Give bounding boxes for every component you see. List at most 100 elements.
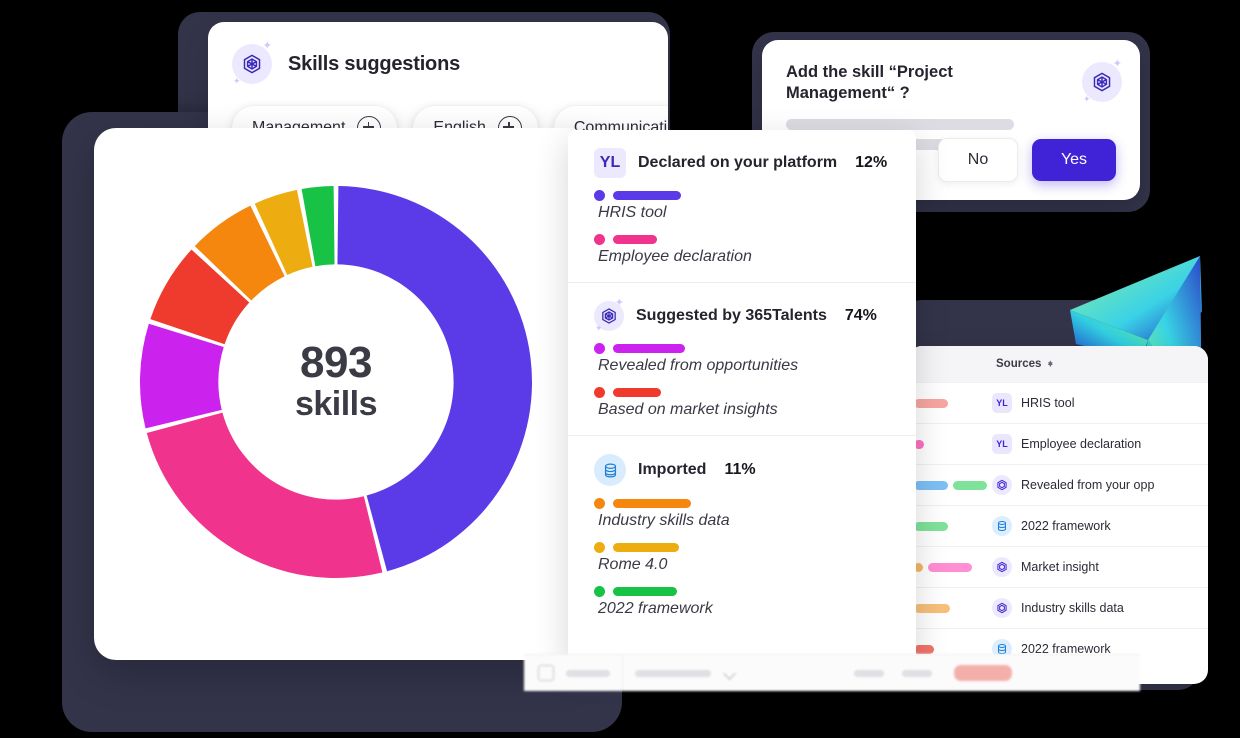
- row-label: Market insight: [1021, 560, 1099, 574]
- bottom-toolbar: [524, 654, 1140, 691]
- table-row[interactable]: 2022 framework: [908, 505, 1208, 546]
- 365talents-gem-icon: [992, 598, 1012, 618]
- 365talents-gem-icon: ✦ ✦: [1082, 58, 1122, 104]
- legend-item-label: Industry skills data: [598, 512, 730, 529]
- legend-section-title: Imported: [638, 461, 707, 478]
- legend-bar: [613, 499, 691, 508]
- legend-bar: [613, 344, 685, 353]
- toolbar-placeholder: [854, 669, 884, 677]
- database-icon: [594, 454, 626, 486]
- legend-item[interactable]: Based on market insights: [594, 387, 916, 419]
- row-bars: [914, 480, 992, 490]
- legend-section-title: Declared on your platform: [638, 154, 838, 171]
- row-bars: [914, 521, 992, 531]
- row-bar: [928, 562, 972, 572]
- checkbox-icon[interactable]: [538, 665, 554, 681]
- legend-dot-icon: [594, 498, 605, 509]
- legend-dot-icon: [594, 190, 605, 201]
- legend-section-header: ✦ ✦ Suggested by 365Talents 74%: [594, 297, 916, 333]
- legend-bar: [613, 191, 681, 200]
- toolbar-placeholder: [635, 669, 711, 677]
- legend-section: YL Declared on your platform 12% HRIS to…: [568, 130, 916, 282]
- row-bar: [914, 644, 934, 654]
- row-label: Industry skills data: [1021, 601, 1124, 615]
- sort-updown-icon[interactable]: ▲ ▼: [1046, 359, 1054, 369]
- dialog-placeholder-line: [786, 119, 1014, 131]
- legend-item[interactable]: Employee declaration: [594, 234, 916, 266]
- table-body: YL HRIS tool YL Employee declaration Revea…: [908, 382, 1208, 669]
- yl-badge: YL: [992, 393, 1012, 413]
- row-bars: [914, 439, 992, 449]
- yl-badge: YL: [992, 434, 1012, 454]
- chart-legend-panel: YL Declared on your platform 12% HRIS to…: [568, 130, 916, 662]
- legend-bar: [613, 543, 679, 552]
- sources-table-card: Sources ▲ ▼ YL HRIS tool YL Employee declar…: [908, 346, 1208, 684]
- row-label: 2022 framework: [1021, 519, 1111, 533]
- legend-item-label: 2022 framework: [598, 600, 713, 617]
- database-icon: [992, 516, 1012, 536]
- legend-sections: YL Declared on your platform 12% HRIS to…: [568, 130, 916, 634]
- 365talents-gem-icon: ✦ ✦: [594, 297, 624, 333]
- suggestions-header: ✦ ✦ Skills suggestions: [208, 22, 668, 86]
- legend-item[interactable]: Revealed from opportunities: [594, 343, 916, 375]
- dialog-yes-button[interactable]: Yes: [1032, 139, 1116, 181]
- legend-section: Imported 11% Industry skills data Rome 4…: [568, 435, 916, 634]
- dialog-title: Add the skill “Project Management“ ?: [786, 63, 953, 102]
- row-label: HRIS tool: [1021, 396, 1075, 410]
- donut-svg: [140, 186, 533, 578]
- legend-section-title: Suggested by 365Talents: [636, 307, 827, 324]
- table-row[interactable]: Revealed from your opp: [908, 464, 1208, 505]
- screenshot-root: { "suggestions_card": { "title": "Skills…: [0, 0, 1240, 738]
- row-bar: [914, 398, 948, 408]
- legend-item[interactable]: Industry skills data: [594, 498, 916, 530]
- table-header-row: Sources ▲ ▼: [908, 346, 1208, 382]
- legend-item-label: Employee declaration: [598, 248, 752, 265]
- row-bars: [914, 603, 992, 613]
- legend-item-label: HRIS tool: [598, 204, 667, 221]
- table-row[interactable]: Industry skills data: [908, 587, 1208, 628]
- legend-item-label: Based on market insights: [598, 401, 778, 418]
- 365talents-gem-icon: [992, 557, 1012, 577]
- column-header-label: Sources: [996, 358, 1042, 370]
- toolbar-divider: [622, 656, 623, 690]
- legend-item-label: Rome 4.0: [598, 556, 668, 573]
- legend-section-percent: 12%: [855, 154, 888, 171]
- row-bars: [914, 644, 992, 654]
- row-bars: [914, 398, 992, 408]
- column-header-sources[interactable]: Sources ▲ ▼: [996, 358, 1054, 370]
- row-bar: [914, 521, 948, 531]
- legend-dot-icon: [594, 234, 605, 245]
- legend-item[interactable]: HRIS tool: [594, 190, 916, 222]
- row-label: Employee declaration: [1021, 437, 1142, 451]
- toolbar-action-pill[interactable]: [954, 665, 1012, 681]
- legend-item-label: Revealed from opportunities: [598, 357, 799, 374]
- dialog-no-button[interactable]: No: [938, 138, 1018, 182]
- legend-section: ✦ ✦ Suggested by 365Talents 74% Revealed …: [568, 282, 916, 435]
- row-bar: [953, 480, 987, 490]
- legend-bar: [613, 388, 661, 397]
- table-row[interactable]: Market insight: [908, 546, 1208, 587]
- toolbar-placeholder: [566, 669, 610, 677]
- legend-section-percent: 11%: [724, 461, 756, 478]
- legend-item[interactable]: Rome 4.0: [594, 542, 916, 574]
- 365talents-gem-icon: ✦ ✦: [232, 40, 272, 86]
- row-bar: [914, 480, 948, 490]
- legend-dot-icon: [594, 542, 605, 553]
- table-row[interactable]: YL Employee declaration: [908, 423, 1208, 464]
- legend-item[interactable]: 2022 framework: [594, 586, 916, 618]
- legend-dot-icon: [594, 387, 605, 398]
- donut-segment[interactable]: [146, 412, 383, 578]
- toolbar-placeholder: [902, 669, 932, 677]
- suggestions-title: Skills suggestions: [288, 52, 461, 75]
- 365talents-gem-icon: [992, 475, 1012, 495]
- table-row[interactable]: YL HRIS tool: [908, 382, 1208, 423]
- chevron-down-icon[interactable]: [723, 666, 736, 680]
- row-bars: [914, 562, 992, 572]
- legend-dot-icon: [594, 586, 605, 597]
- legend-section-header: YL Declared on your platform 12%: [594, 148, 916, 178]
- legend-section-header: Imported 11%: [594, 454, 916, 486]
- row-label: Revealed from your opp: [1021, 478, 1155, 492]
- legend-section-percent: 74%: [844, 307, 877, 324]
- legend-bar: [613, 587, 677, 596]
- yl-badge: YL: [594, 148, 626, 178]
